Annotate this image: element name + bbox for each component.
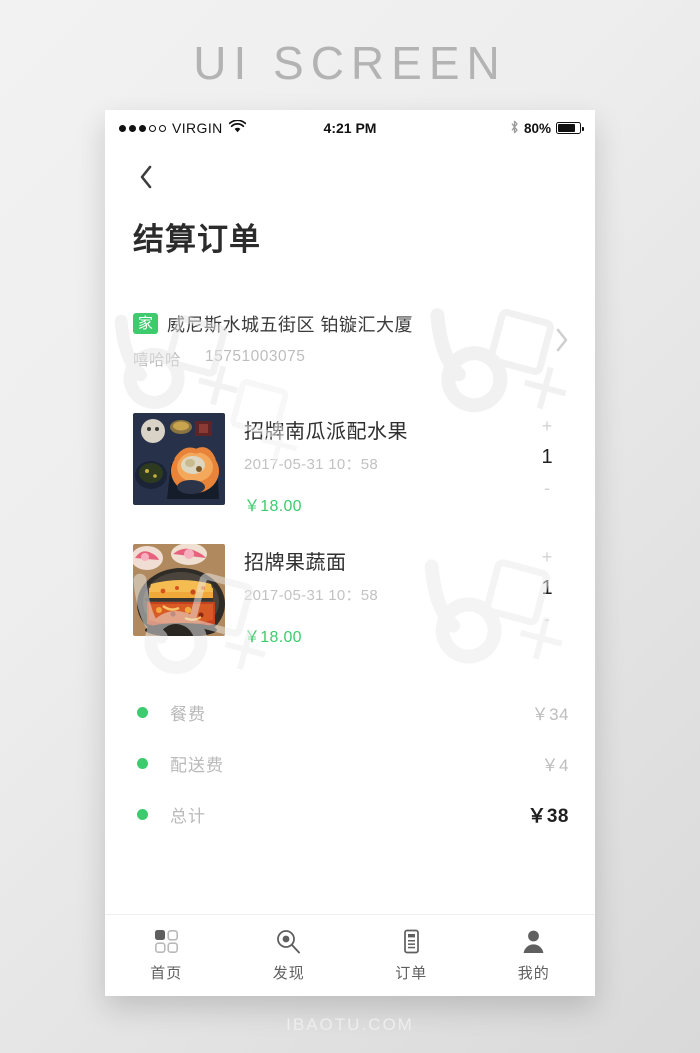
- battery-percent: 80%: [523, 120, 552, 136]
- order-item[interactable]: 招牌南瓜派配水果 2017-05-31 10：58 ￥18.00 + 1 -: [105, 399, 595, 530]
- quantity-stepper[interactable]: + 1 -: [525, 544, 569, 628]
- tab-discover[interactable]: 发现: [228, 928, 351, 983]
- address-details: 家 威尼斯水城五街区 铂镟汇大厦 嘻哈哈 15751003075: [133, 311, 547, 370]
- summary-label: 配送费: [170, 756, 224, 775]
- status-left: VIRGIN: [119, 119, 324, 136]
- quantity-value: 1: [541, 446, 553, 468]
- back-button[interactable]: [133, 164, 159, 190]
- bullet-dot-icon: [137, 707, 148, 718]
- quantity-stepper[interactable]: + 1 -: [525, 413, 569, 497]
- order-items-list: 招牌南瓜派配水果 2017-05-31 10：58 ￥18.00 + 1 - 招…: [105, 399, 595, 661]
- address-line-primary: 家 威尼斯水城五街区 铂镟汇大厦: [133, 311, 547, 337]
- summary-value: ￥4: [541, 756, 569, 775]
- tab-label: 我的: [517, 965, 550, 982]
- tab-profile[interactable]: 我的: [473, 928, 596, 983]
- status-bar: VIRGIN 4:21 PM 80%: [105, 110, 595, 146]
- battery-icon: [556, 122, 585, 134]
- tab-label: 订单: [395, 965, 428, 982]
- phone-frame: VIRGIN 4:21 PM 80% 结算订单 家 威尼斯水城五街区 铂镟汇大厦…: [105, 110, 595, 996]
- summary-total-value: ￥38: [527, 806, 569, 827]
- status-time: 4:21 PM: [323, 120, 377, 136]
- summary-value: ￥34: [531, 705, 569, 724]
- address-chevron-right-icon[interactable]: [547, 327, 569, 353]
- bullet-dot-icon: [137, 758, 148, 769]
- document-icon: [399, 928, 424, 954]
- order-item-price: ￥18.00: [244, 498, 302, 515]
- increase-quantity-button[interactable]: +: [542, 548, 553, 566]
- quantity-value: 1: [541, 577, 553, 599]
- summary-label: 总计: [170, 807, 206, 826]
- tab-home[interactable]: 首页: [105, 928, 228, 983]
- grid-icon: [154, 928, 179, 954]
- crab-dish-photo: [133, 413, 225, 505]
- order-item-price: ￥18.00: [244, 629, 302, 646]
- order-item-name: 招牌果蔬面: [244, 552, 347, 574]
- increase-quantity-button[interactable]: +: [542, 417, 553, 435]
- order-item[interactable]: 招牌果蔬面 2017-05-31 10：58 ￥18.00 + 1 -: [105, 530, 595, 661]
- tab-orders[interactable]: 订单: [350, 928, 473, 983]
- order-item-info: 招牌南瓜派配水果 2017-05-31 10：58 ￥18.00: [225, 413, 525, 516]
- tab-label: 首页: [150, 965, 183, 982]
- signal-strength-icon: [119, 124, 166, 132]
- summary-row-total: 总计 ￥38: [133, 789, 569, 840]
- address-section[interactable]: 家 威尼斯水城五街区 铂镟汇大厦 嘻哈哈 15751003075: [105, 309, 595, 371]
- summary-row-meal-fee: 餐费 ￥34: [133, 687, 569, 738]
- carrier-label: VIRGIN: [172, 120, 223, 136]
- wifi-icon: [228, 119, 246, 136]
- bluetooth-icon: [510, 120, 519, 137]
- address-type-badge: 家: [133, 312, 159, 335]
- person-icon: [521, 928, 546, 954]
- chevron-left-icon: [140, 165, 152, 189]
- bottom-tab-bar: 首页 发现 订单 我的: [105, 914, 595, 996]
- decrease-quantity-button[interactable]: -: [544, 479, 550, 497]
- address-line-secondary: 嘻哈哈 15751003075: [133, 348, 547, 370]
- address-text: 威尼斯水城五街区 铂镟汇大厦: [167, 314, 414, 335]
- poster-footer: IBAOTU.COM: [286, 1015, 414, 1034]
- order-item-name: 招牌南瓜派配水果: [244, 421, 408, 443]
- page-title: 结算订单: [133, 222, 261, 257]
- poster-title: UI SCREEN: [193, 37, 507, 89]
- decrease-quantity-button[interactable]: -: [544, 610, 550, 628]
- order-item-date: 2017-05-31 10：58: [244, 587, 379, 604]
- bullet-dot-icon: [137, 809, 148, 820]
- hotpot-dish-photo: [133, 544, 225, 636]
- search-icon: [276, 928, 301, 954]
- status-right: 80%: [376, 120, 585, 137]
- order-item-date: 2017-05-31 10：58: [244, 456, 379, 473]
- summary-row-delivery-fee: 配送费 ￥4: [133, 738, 569, 789]
- summary-label: 餐费: [170, 705, 206, 724]
- contact-name: 嘻哈哈: [133, 351, 182, 369]
- contact-phone: 15751003075: [205, 347, 306, 365]
- order-summary: 餐费 ￥34 配送费 ￥4 总计 ￥38: [105, 687, 595, 840]
- nav-bar: [105, 146, 595, 190]
- tab-label: 发现: [272, 965, 305, 982]
- order-item-info: 招牌果蔬面 2017-05-31 10：58 ￥18.00: [225, 544, 525, 647]
